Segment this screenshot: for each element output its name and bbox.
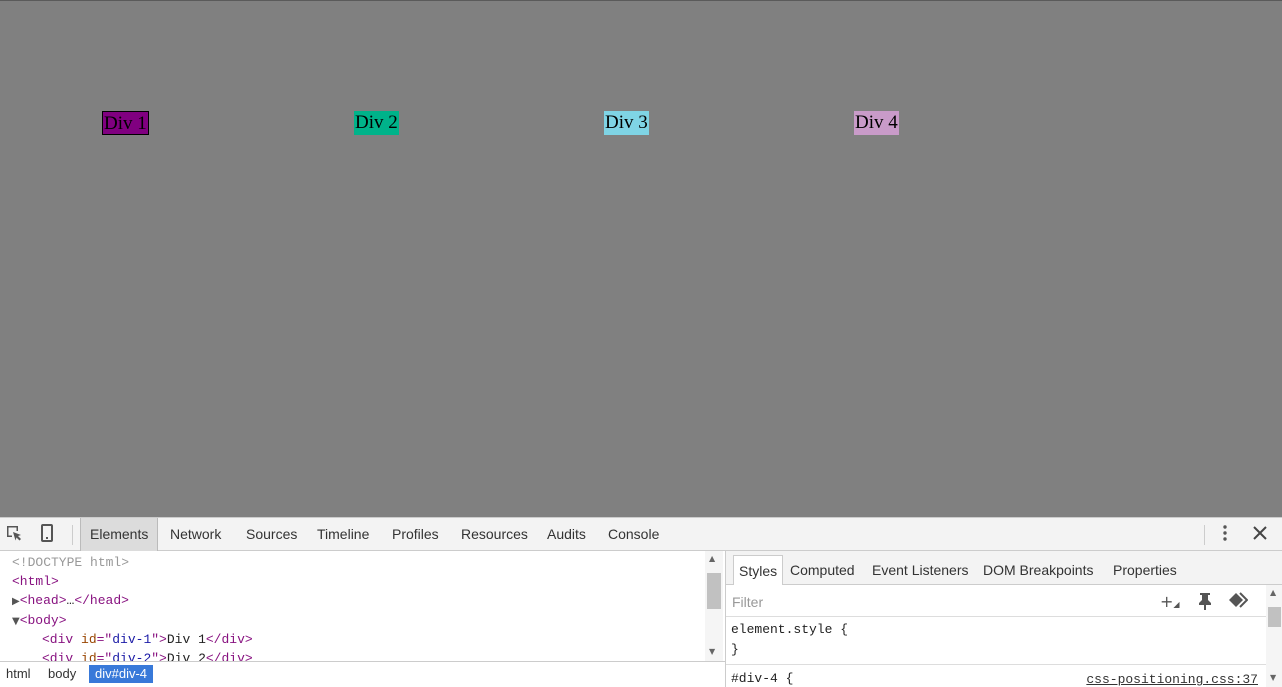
div-1-node[interactable]: <div id="div-1">Div 1</div> — [42, 630, 253, 649]
div-3[interactable]: Div 3 — [604, 111, 649, 135]
div-2-node[interactable]: <div id="div-2">Div 2</div> — [42, 649, 253, 661]
tab-dom-breakpoints[interactable]: DOM Breakpoints — [978, 555, 1098, 585]
div-1[interactable]: Div 1 — [102, 111, 149, 135]
filter-input[interactable] — [732, 592, 1132, 612]
rule-divider — [726, 664, 1266, 665]
doctype-line[interactable]: <!DOCTYPE html> — [12, 553, 129, 572]
breadcrumb-div-4[interactable]: div#div-4 — [89, 665, 154, 683]
doctype-text: <!DOCTYPE html> — [12, 555, 130, 570]
attr-value: div-2 — [112, 651, 152, 661]
tab-styles[interactable]: Styles — [733, 555, 784, 585]
inspect-element-icon[interactable] — [3, 524, 25, 546]
attr-name: id — [81, 651, 97, 661]
page-viewport: Div 1 Div 2 Div 3 Div 4 — [0, 0, 1282, 517]
pin-icon[interactable] — [1197, 592, 1213, 614]
breadcrumb: html body div#div-4 — [0, 661, 725, 687]
more-options-icon[interactable] — [1214, 524, 1236, 546]
breadcrumb-body[interactable]: body — [42, 665, 82, 683]
new-style-rule-icon[interactable]: +◢ — [1160, 592, 1180, 611]
scroll-up-icon[interactable]: ▲ — [709, 554, 715, 563]
attr-value: div-1 — [112, 632, 152, 647]
attr-eq: =" — [96, 651, 113, 661]
node-text: Div 2 — [166, 651, 206, 661]
element-style-open[interactable]: element.style { — [731, 622, 848, 637]
tab-profiles[interactable]: Profiles — [383, 518, 448, 551]
breadcrumb-html[interactable]: html — [0, 665, 37, 683]
head-node[interactable]: ▶<head>…</head> — [12, 591, 129, 610]
element-style-close: } — [731, 642, 739, 657]
close-icon[interactable] — [1249, 524, 1271, 546]
elements-tree: <!DOCTYPE html> <html> ▶<head>…</head> ▼… — [0, 551, 725, 661]
body-open-tag: <body> — [19, 613, 67, 628]
div-end-tag: </div> — [205, 632, 253, 647]
tab-network[interactable]: Network — [161, 518, 230, 551]
div-end-tag: </div> — [205, 651, 253, 661]
styles-scrollbar[interactable]: ▲ ▼ — [1266, 585, 1282, 687]
collapse-triangle-icon[interactable]: ▼ — [12, 616, 20, 627]
tab-audits[interactable]: Audits — [538, 518, 595, 551]
head-open-tag: <head> — [19, 593, 67, 608]
devtools-toolbar: Elements Network Sources Timeline Profil… — [0, 517, 1282, 551]
div-2[interactable]: Div 2 — [354, 111, 399, 135]
head-close-tag: </head> — [74, 593, 129, 608]
tag-close: "> — [151, 651, 167, 661]
rule-source-link[interactable]: css-positioning.css:37 — [1086, 672, 1258, 687]
attr-name: id — [81, 632, 97, 647]
tab-properties[interactable]: Properties — [1108, 555, 1182, 585]
attr-eq: =" — [96, 632, 113, 647]
toolbar-separator — [1204, 525, 1205, 545]
elements-scrollbar[interactable]: ▲ ▼ — [705, 551, 723, 661]
toolbar-separator — [72, 525, 73, 545]
expand-triangle-icon[interactable]: ▶ — [12, 596, 20, 607]
div-open-tag: <div — [42, 651, 82, 661]
device-mode-icon[interactable] — [36, 524, 58, 546]
devtools-panel: Elements Network Sources Timeline Profil… — [0, 517, 1282, 687]
html-tag: <html> — [12, 574, 59, 589]
tab-resources[interactable]: Resources — [452, 518, 537, 551]
styles-pane: Styles Computed Event Listeners DOM Brea… — [726, 551, 1282, 687]
scroll-down-icon[interactable]: ▼ — [1270, 673, 1276, 682]
tab-elements[interactable]: Elements — [80, 518, 159, 551]
tab-timeline[interactable]: Timeline — [308, 518, 378, 551]
tab-event-listeners[interactable]: Event Listeners — [867, 555, 974, 585]
styles-filter-bar: +◢ — [726, 585, 1266, 617]
styles-tabs: Styles Computed Event Listeners DOM Brea… — [726, 551, 1282, 585]
scrollbar-thumb[interactable] — [707, 573, 721, 609]
tab-sources[interactable]: Sources — [237, 518, 306, 551]
tab-computed[interactable]: Computed — [785, 555, 860, 585]
scrollbar-thumb[interactable] — [1268, 607, 1281, 627]
body-node[interactable]: ▼<body> — [12, 611, 67, 630]
html-node[interactable]: <html> — [12, 572, 59, 591]
scroll-up-icon[interactable]: ▲ — [1270, 588, 1276, 597]
rule-selector[interactable]: #div-4 { — [731, 671, 793, 686]
scroll-down-icon[interactable]: ▼ — [709, 647, 715, 656]
toggle-element-state-icon[interactable] — [1228, 592, 1249, 612]
tag-close: "> — [151, 632, 167, 647]
div-open-tag: <div — [42, 632, 82, 647]
tab-console[interactable]: Console — [599, 518, 668, 551]
div-4[interactable]: Div 4 — [854, 111, 899, 135]
node-text: Div 1 — [166, 632, 206, 647]
